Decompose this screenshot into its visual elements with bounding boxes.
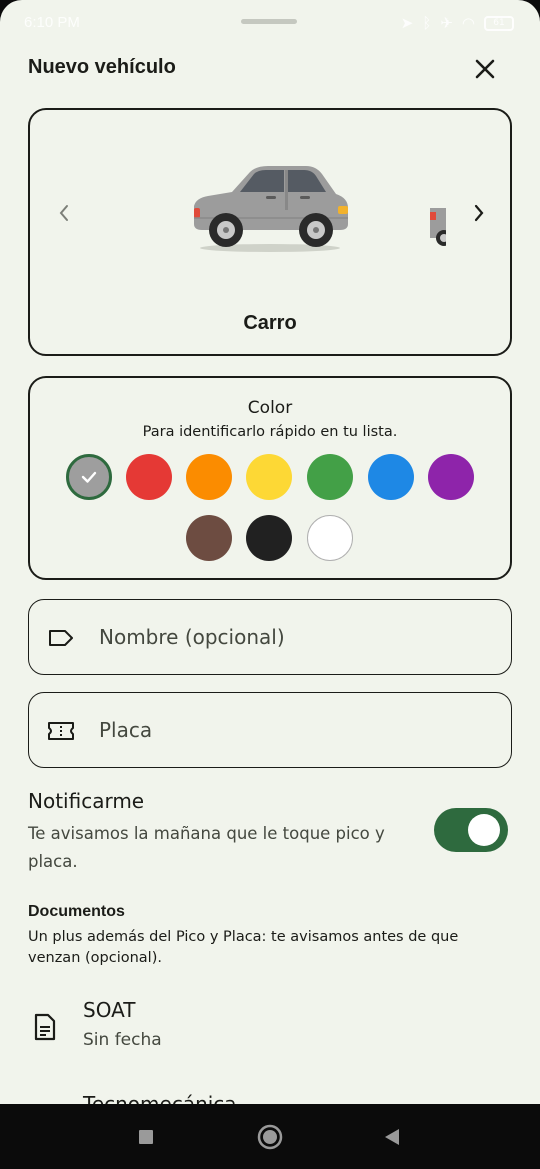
home-button[interactable] [256,1123,284,1151]
color-swatch-brown[interactable] [186,515,232,561]
notify-title: Notificarme [28,789,145,813]
document-icon [30,1012,60,1042]
color-picker: Color Para identificarlo rápido en tu li… [28,376,512,580]
color-swatch-orange[interactable] [186,454,232,500]
close-button[interactable] [468,52,502,86]
close-icon [475,59,495,79]
system-nav-bar [0,1104,540,1169]
next-vehicle-preview [430,200,446,246]
ticket-icon [47,717,75,745]
chevron-left-icon [59,205,68,221]
document-name: SOAT [83,998,136,1022]
color-swatch-red[interactable] [126,454,172,500]
color-swatch-green[interactable] [307,454,353,500]
car-image [194,166,348,252]
check-icon [69,457,109,497]
status-time: 6:10 PM [24,14,80,31]
back-button[interactable] [378,1123,406,1151]
color-swatch-yellow[interactable] [246,454,292,500]
drag-handle[interactable] [241,19,297,24]
chevron-right-icon [474,204,484,222]
location-icon: ➤ [400,14,414,32]
home-icon [257,1124,283,1150]
plate-input[interactable] [99,711,489,749]
vehicle-name-input[interactable] [99,618,489,656]
document-date: Sin fecha [83,1030,162,1050]
color-swatch-purple[interactable] [428,454,474,500]
toggle-thumb [468,814,500,846]
documents-description: Un plus además del Pico y Placa: te avis… [28,929,459,966]
recents-icon [139,1130,153,1144]
plate-field[interactable] [28,692,512,768]
sheet-title: Nuevo vehículo [28,56,176,78]
status-icons: ➤ ᛒ ✈ ◠ 61 [401,14,514,32]
color-swatch-gray[interactable] [66,454,112,500]
recents-button[interactable] [132,1123,160,1151]
color-swatch-black[interactable] [246,515,292,561]
back-icon [385,1129,399,1145]
bottom-sheet: 6:10 PM ➤ ᛒ ✈ ◠ 61 Nuevo vehículo Carro … [0,0,540,1104]
document-item-soat[interactable]: SOAT Sin fecha [28,994,512,1060]
wifi-icon: ◠ [461,14,475,32]
prev-vehicle-button[interactable] [49,198,79,228]
color-title: Color [247,398,293,418]
status-bar: 6:10 PM ➤ ᛒ ✈ ◠ 61 [0,0,540,48]
color-swatch-white[interactable] [307,515,353,561]
color-subtitle: Para identificarlo rápido en tu lista. [142,424,398,440]
label-icon [47,624,75,652]
battery-icon: 61 [484,15,514,31]
vehicle-name-field[interactable] [28,599,512,675]
notify-toggle[interactable] [434,808,508,852]
notify-description: Te avisamos la mañana que le toque pico … [28,824,385,871]
bluetooth-icon: ᛒ [422,14,432,32]
vehicle-type-selector[interactable]: Carro [28,108,512,356]
document-item-tecnomecanica[interactable]: Tecnomecánica [83,1092,237,1104]
documents-title: Documentos [28,903,125,920]
next-vehicle-button[interactable] [464,198,494,228]
airplane-icon: ✈ [440,14,453,32]
vehicle-type-label: Carro [243,312,297,334]
color-swatch-blue[interactable] [368,454,414,500]
